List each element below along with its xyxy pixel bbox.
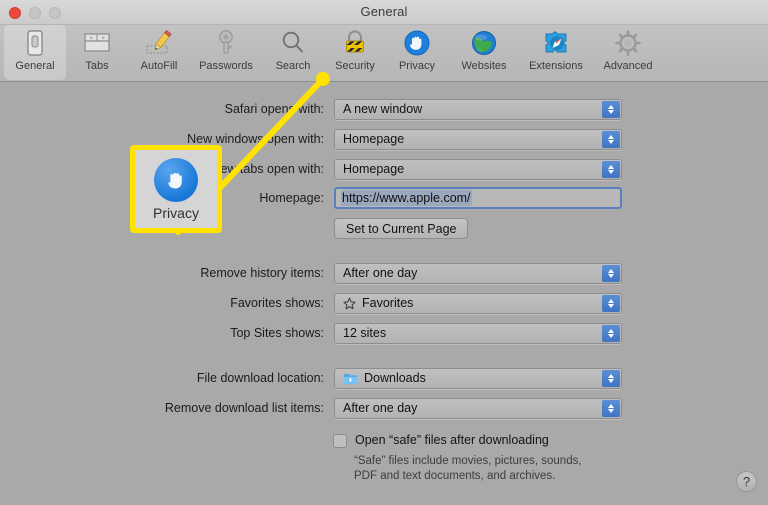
top-sites-shows-label: Top Sites shows: [230, 326, 324, 340]
remove-history-items-value: After one day [343, 266, 418, 280]
privacy-callout: Privacy [130, 145, 222, 233]
toolbar-item-privacy-label: Privacy [398, 60, 436, 72]
safari-opens-with-label: Safari opens with: [224, 102, 324, 116]
downloads-folder-icon [343, 372, 358, 385]
autofill-icon [142, 28, 176, 58]
privacy-hand-icon [154, 157, 198, 202]
safari-preferences-window: General General × × Tabs AutoFill Passwo… [0, 0, 768, 505]
new-tabs-open-with-value: Homepage [343, 162, 405, 176]
open-safe-files-label: Open “safe” files after downloading [355, 433, 549, 447]
remove-history-items-label: Remove history items: [200, 266, 324, 280]
chevron-updown-icon [602, 100, 620, 118]
advanced-icon [611, 28, 645, 58]
favorites-shows-select[interactable]: Favorites [334, 292, 622, 314]
toolbar-item-websites-label: Websites [461, 60, 507, 72]
new-windows-open-with-value: Homepage [343, 132, 405, 146]
tabs-icon: × × [80, 28, 114, 58]
general-icon [18, 28, 52, 58]
svg-text:×: × [102, 36, 106, 42]
new-windows-open-with-select[interactable]: Homepage [334, 128, 622, 150]
toolbar-item-autofill[interactable]: AutoFill [128, 25, 190, 80]
new-windows-open-with-label: New windows open with: [187, 132, 324, 146]
chevron-updown-icon [602, 160, 620, 178]
help-button[interactable]: ? [736, 471, 757, 492]
new-tabs-open-with-select[interactable]: Homepage [334, 158, 622, 180]
preferences-toolbar: General × × Tabs AutoFill Passwords Sear… [0, 25, 768, 82]
toolbar-item-security[interactable]: Security [324, 25, 386, 80]
toolbar-item-search-label: Search [275, 60, 311, 72]
toolbar-item-extensions-label: Extensions [529, 60, 583, 72]
row-safari-opens-with: Safari opens with: A new window [142, 98, 622, 120]
toolbar-item-search[interactable]: Search [262, 25, 324, 80]
open-safe-files-checkbox-row[interactable]: Open “safe” files after downloading [333, 433, 549, 448]
favorites-shows-label: Favorites shows: [230, 296, 324, 310]
window-title: General [360, 4, 408, 19]
file-download-location-label: File download location: [196, 371, 324, 385]
toolbar-item-passwords[interactable]: Passwords [190, 25, 262, 80]
help-button-label: ? [742, 474, 751, 489]
row-favorites-shows: Favorites shows: Favorites [142, 292, 622, 314]
passwords-icon [209, 28, 243, 58]
toolbar-item-autofill-label: AutoFill [140, 60, 178, 72]
row-remove-download-list-items: Remove download list items: After one da… [142, 397, 622, 419]
chevron-updown-icon [602, 264, 620, 282]
safari-opens-with-value: A new window [343, 102, 423, 116]
star-icon [343, 297, 356, 310]
svg-text:×: × [90, 36, 94, 42]
security-icon [338, 28, 372, 58]
file-download-location-value: Downloads [364, 371, 426, 385]
toolbar-item-general[interactable]: General [4, 25, 66, 80]
open-safe-files-checkbox[interactable] [333, 434, 347, 448]
toolbar-item-advanced-label: Advanced [603, 60, 653, 72]
toolbar-item-passwords-label: Passwords [199, 60, 253, 72]
chevron-updown-icon [602, 369, 620, 387]
homepage-input[interactable]: https://www.apple.com/ [334, 187, 622, 209]
chevron-updown-icon [602, 130, 620, 148]
toolbar-item-tabs[interactable]: × × Tabs [66, 25, 128, 80]
toolbar-item-general-label: General [15, 60, 55, 72]
remove-history-items-select[interactable]: After one day [334, 262, 622, 284]
top-sites-shows-value: 12 sites [343, 326, 387, 340]
toolbar-item-websites[interactable]: Websites [448, 25, 520, 80]
set-to-current-page-label: Set to Current Page [346, 221, 457, 236]
open-safe-files-help-text: “Safe” files include movies, pictures, s… [354, 455, 582, 482]
toolbar-item-privacy[interactable]: Privacy [386, 25, 448, 80]
titlebar: General [0, 0, 768, 25]
set-to-current-page-button[interactable]: Set to Current Page [334, 218, 469, 239]
remove-download-list-items-select[interactable]: After one day [334, 397, 622, 419]
remove-download-list-items-value: After one day [343, 401, 418, 415]
chevron-updown-icon [602, 324, 620, 342]
toolbar-item-extensions[interactable]: Extensions [520, 25, 592, 80]
toolbar-item-advanced[interactable]: Advanced [592, 25, 664, 80]
remove-download-list-items-label: Remove download list items: [164, 401, 324, 415]
safari-opens-with-select[interactable]: A new window [334, 98, 622, 120]
top-sites-shows-select[interactable]: 12 sites [334, 322, 622, 344]
privacy-icon [400, 28, 434, 58]
favorites-shows-value: Favorites [362, 296, 414, 310]
toolbar-item-tabs-label: Tabs [85, 60, 109, 72]
chevron-updown-icon [602, 294, 620, 312]
row-remove-history-items: Remove history items: After one day [142, 262, 622, 284]
row-file-download-location: File download location: Downloads [142, 367, 622, 389]
file-download-location-select[interactable]: Downloads [334, 367, 622, 389]
search-icon [276, 28, 310, 58]
toolbar-item-security-label: Security [335, 60, 375, 72]
privacy-callout-label: Privacy [153, 204, 199, 221]
chevron-updown-icon [602, 399, 620, 417]
preferences-content: Safari opens with: A new window New wind… [0, 82, 768, 505]
homepage-value: https://www.apple.com/ [341, 190, 472, 206]
row-top-sites-shows: Top Sites shows: 12 sites [142, 322, 622, 344]
websites-icon [467, 28, 501, 58]
extensions-icon [539, 28, 573, 58]
